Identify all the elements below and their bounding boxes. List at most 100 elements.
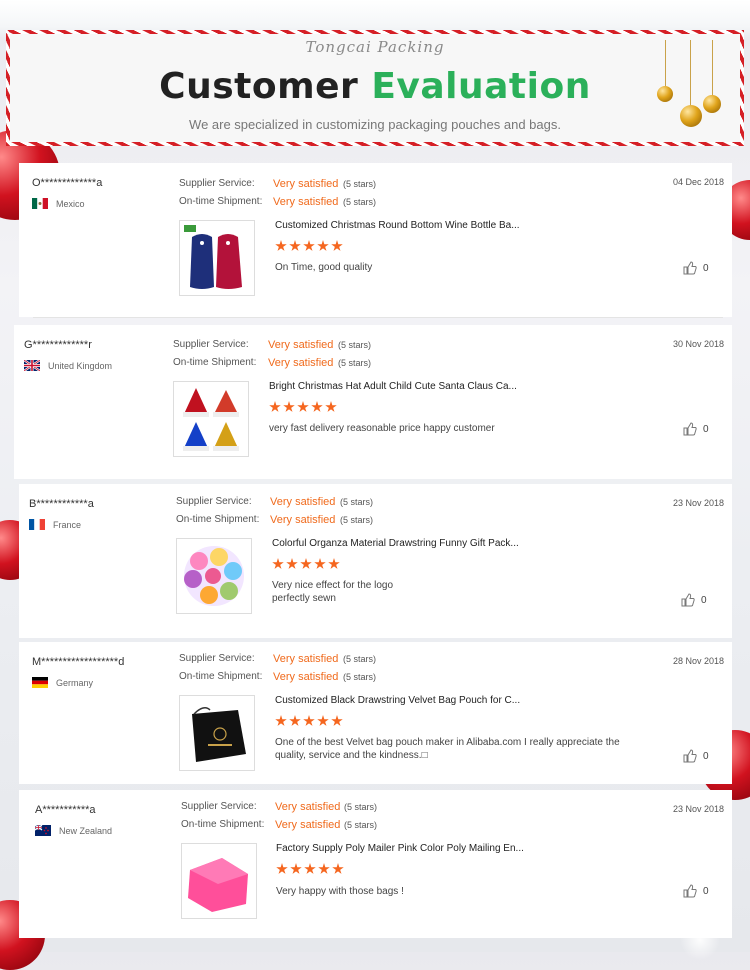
like-button[interactable]: 0 (683, 749, 709, 763)
star-icon (275, 715, 287, 726)
like-button[interactable]: 0 (683, 422, 709, 436)
supplier-service-stars: (5 stars) (340, 497, 374, 507)
star-icon (331, 240, 343, 251)
review-date: 28 Nov 2018 (672, 656, 724, 666)
germany-flag-icon (32, 677, 48, 688)
supplier-service-stars: (5 stars) (343, 654, 377, 664)
country-name: United Kingdom (48, 360, 113, 371)
supplier-service-label: Supplier Service: (176, 496, 252, 507)
review-date: 23 Nov 2018 (672, 804, 724, 814)
supplier-service-label: Supplier Service: (181, 801, 257, 812)
review-comment-line: perfectly sewn (272, 593, 336, 604)
star-rating (276, 863, 344, 875)
star-rating (269, 401, 337, 413)
star-rating (272, 558, 340, 570)
product-title-link[interactable]: Bright Christmas Hat Adult Child Cute Sa… (269, 381, 517, 392)
star-icon (328, 558, 340, 569)
reviewer-name: A***********a (35, 804, 96, 816)
ornament-string (690, 40, 691, 106)
like-count: 0 (701, 594, 707, 606)
star-rating (275, 240, 343, 252)
thumbs-up-icon (683, 749, 697, 763)
country-name: France (53, 519, 82, 530)
product-thumbnail[interactable] (173, 381, 249, 457)
page-title: Customer Evaluation (0, 66, 750, 107)
ontime-shipment-value: Very satisfied (268, 357, 334, 369)
product-title-link[interactable]: Customized Black Drawstring Velvet Bag P… (275, 695, 520, 706)
ontime-shipment-stars: (5 stars) (338, 358, 372, 368)
review-card: B************a France Supplier Service: … (19, 484, 732, 638)
review-comment: Very nice effect for the logo perfectly … (272, 579, 393, 605)
ontime-shipment-stars: (5 stars) (343, 197, 377, 207)
like-count: 0 (703, 885, 709, 897)
thumbs-up-icon (683, 261, 697, 275)
star-icon (332, 863, 344, 874)
review-card: O*************a Mexico Supplier Service:… (19, 163, 732, 317)
star-icon (269, 401, 281, 412)
supplier-service-value: Very satisfied (268, 339, 334, 351)
star-icon (317, 240, 329, 251)
brand-logo: Tongcai Packing (305, 38, 445, 56)
like-button[interactable]: 0 (681, 593, 707, 607)
reviewer-country: Germany (32, 677, 93, 688)
star-rating (275, 715, 343, 727)
like-count: 0 (703, 423, 709, 435)
product-title-link[interactable]: Factory Supply Poly Mailer Pink Color Po… (276, 843, 524, 854)
like-count: 0 (703, 262, 709, 274)
ontime-shipment-label: On-time Shipment: (173, 357, 257, 368)
star-icon (272, 558, 284, 569)
review-comment: very fast delivery reasonable price happ… (269, 423, 495, 434)
ontime-shipment-value: Very satisfied (273, 196, 339, 208)
ontime-shipment-label: On-time Shipment: (179, 196, 263, 207)
reviewer-name: O*************a (32, 177, 103, 189)
star-icon (300, 558, 312, 569)
france-flag-icon (29, 519, 45, 530)
supplier-service-value: Very satisfied (273, 653, 339, 665)
supplier-service-value: Very satisfied (270, 496, 336, 508)
review-card: G*************r United Kingdom Supplier … (14, 325, 732, 479)
star-icon (290, 863, 302, 874)
review-comment-line: One of the best Velvet bag pouch maker i… (275, 737, 620, 748)
supplier-service-value: Very satisfied (275, 801, 341, 813)
ontime-shipment-label: On-time Shipment: (181, 819, 265, 830)
ontime-shipment-stars: (5 stars) (344, 820, 378, 830)
gold-ornament-icon (657, 86, 673, 102)
thumbs-up-icon (683, 422, 697, 436)
country-name: New Zealand (59, 825, 113, 836)
gold-ornament-icon (703, 95, 721, 113)
product-thumbnail[interactable] (179, 695, 255, 771)
product-title-link[interactable]: Colorful Organza Material Drawstring Fun… (272, 538, 519, 549)
page-title-main: Customer (159, 66, 359, 107)
ontime-shipment-label: On-time Shipment: (179, 671, 263, 682)
product-thumbnail[interactable] (176, 538, 252, 614)
ontime-shipment-stars: (5 stars) (343, 672, 377, 682)
supplier-service-label: Supplier Service: (173, 339, 249, 350)
review-date: 30 Nov 2018 (672, 339, 724, 349)
header: Tongcai Packing Customer Evaluation We a… (0, 0, 750, 160)
like-button[interactable]: 0 (683, 884, 709, 898)
product-title-link[interactable]: Customized Christmas Round Bottom Wine B… (275, 220, 520, 231)
supplier-service-value: Very satisfied (273, 178, 339, 190)
product-thumbnail[interactable] (181, 843, 257, 919)
ornament-string (712, 40, 713, 96)
like-button[interactable]: 0 (683, 261, 709, 275)
reviewer-country: United Kingdom (24, 360, 112, 371)
reviewer-name: B************a (29, 498, 94, 510)
reviewer-country: France (29, 519, 81, 530)
uk-flag-icon (24, 360, 40, 371)
page-subtitle: We are specialized in customizing packag… (189, 117, 561, 132)
star-icon (325, 401, 337, 412)
reviewer-name: G*************r (24, 339, 92, 351)
product-thumbnail[interactable] (179, 220, 255, 296)
review-card: M******************d Germany Supplier Se… (19, 642, 732, 784)
gold-ornament-icon (680, 105, 702, 127)
review-card: A***********a New Zealand Supplier Servi… (19, 790, 732, 938)
thumbs-up-icon (683, 884, 697, 898)
star-icon (276, 863, 288, 874)
review-comment-line: Very nice effect for the logo (272, 580, 394, 591)
review-divider (33, 317, 723, 318)
star-icon (317, 715, 329, 726)
star-icon (283, 401, 295, 412)
star-icon (303, 715, 315, 726)
supplier-service-stars: (5 stars) (338, 340, 372, 350)
